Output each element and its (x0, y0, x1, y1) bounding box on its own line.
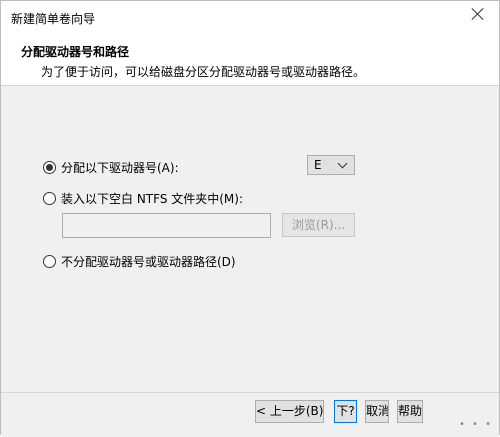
wizard-window: 新建简单卷向导 分配驱动器号和路径 为了便于访问，可以给磁盘分区分配驱动器号或驱… (0, 0, 500, 437)
drive-letter-dropdown[interactable]: E (307, 155, 355, 175)
next-button[interactable]: 下? (334, 400, 357, 423)
assign-letter-option[interactable]: 分配以下驱动器号(A): (43, 159, 179, 176)
close-icon[interactable] (469, 5, 487, 23)
watermark: • • • (458, 419, 493, 430)
wizard-content (1, 86, 499, 392)
no-assign-radio[interactable] (43, 255, 56, 268)
chevron-down-icon (337, 158, 348, 169)
mount-folder-radio[interactable] (43, 192, 56, 205)
title-bar: 新建简单卷向导 (1, 1, 499, 31)
help-button[interactable]: 帮助 (397, 400, 423, 423)
cancel-button[interactable]: 取消 (365, 400, 389, 423)
assign-letter-radio[interactable] (43, 161, 56, 174)
page-subtitle: 为了便于访问，可以给磁盘分区分配驱动器号或驱动器路径。 (41, 65, 366, 79)
drive-letter-value: E (314, 158, 322, 172)
folder-path-input[interactable] (62, 213, 271, 238)
wizard-header: 分配驱动器号和路径 为了便于访问，可以给磁盘分区分配驱动器号或驱动器路径。 (1, 31, 499, 86)
browse-button[interactable]: 浏览(R)... (282, 213, 355, 237)
no-assign-label: 不分配驱动器号或驱动器路径(D) (61, 255, 236, 269)
page-title: 分配驱动器号和路径 (21, 45, 130, 59)
no-assign-option[interactable]: 不分配驱动器号或驱动器路径(D) (43, 253, 236, 270)
mount-folder-label: 装入以下空白 NTFS 文件夹中(M): (61, 192, 244, 206)
mount-folder-option[interactable]: 装入以下空白 NTFS 文件夹中(M): (43, 190, 243, 207)
assign-letter-label: 分配以下驱动器号(A): (61, 161, 179, 175)
wizard-footer: < 上一步(B) 下? 取消 帮助 (1, 392, 499, 437)
window-title: 新建简单卷向导 (11, 12, 96, 26)
back-button[interactable]: < 上一步(B) (255, 400, 324, 423)
